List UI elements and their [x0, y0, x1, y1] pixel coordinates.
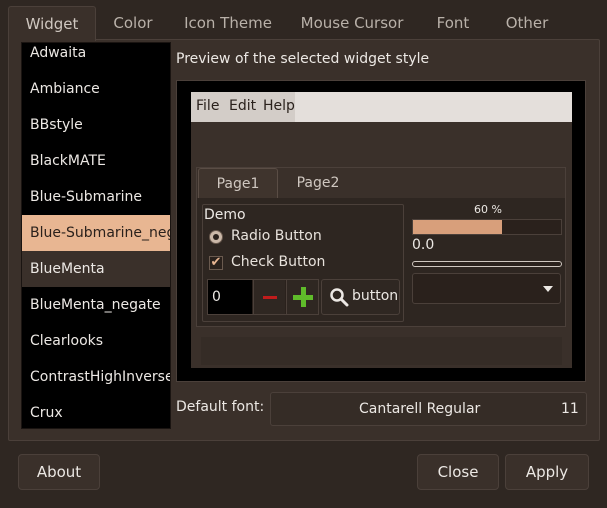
- theme-item-bluementa-negate[interactable]: BlueMenta_negate: [22, 287, 170, 323]
- tab-other[interactable]: Other: [496, 6, 558, 40]
- check-button-label[interactable]: Check Button: [231, 254, 325, 270]
- tab-font[interactable]: Font: [424, 6, 482, 40]
- tab-color[interactable]: Color: [100, 6, 166, 40]
- theme-item-bbstyle[interactable]: BBstyle: [22, 107, 170, 143]
- font-size: 11: [561, 401, 579, 417]
- search-button[interactable]: button: [321, 279, 400, 315]
- tab-mouse-cursor[interactable]: Mouse Cursor: [296, 6, 408, 40]
- theme-item-crux[interactable]: Crux: [22, 395, 170, 428]
- search-icon: [330, 288, 349, 307]
- minus-icon[interactable]: [253, 280, 285, 314]
- tab-page1[interactable]: Page1: [198, 168, 278, 199]
- radio-button[interactable]: [209, 230, 223, 244]
- demo-frame-label: Demo: [204, 207, 246, 223]
- close-button[interactable]: Close: [417, 454, 499, 490]
- spin-entry[interactable]: 0: [208, 280, 252, 314]
- plus-icon[interactable]: [286, 280, 318, 314]
- preview-menubar: File Edit Help: [191, 92, 572, 122]
- tab-bar: Widget Color Icon Theme Mouse Cursor Fon…: [0, 0, 607, 44]
- progress-text: 60 %: [474, 203, 502, 216]
- search-button-label: button: [352, 288, 399, 304]
- chevron-down-icon: [543, 286, 553, 292]
- preview-label: Preview of the selected widget style: [176, 51, 430, 67]
- preview-statusbar: [201, 337, 562, 365]
- theme-item-bluementa[interactable]: BlueMenta: [22, 251, 170, 287]
- progress-fill: [413, 220, 502, 234]
- scale-slider[interactable]: [412, 261, 562, 267]
- theme-item-adwaita[interactable]: Adwaita: [22, 43, 170, 71]
- theme-item-clearlooks[interactable]: Clearlooks: [22, 323, 170, 359]
- menu-edit[interactable]: Edit: [229, 98, 256, 114]
- combo-box[interactable]: [412, 273, 561, 304]
- menu-file[interactable]: File: [196, 98, 219, 114]
- radio-button-label[interactable]: Radio Button: [231, 228, 322, 244]
- scale-value: 0.0: [412, 237, 435, 253]
- progress-bar: [412, 219, 562, 235]
- theme-item-contrasthighinverse[interactable]: ContrastHighInverse: [22, 359, 170, 395]
- theme-list[interactable]: Adwaita Ambiance BBstyle BlackMATE Blue-…: [21, 42, 171, 429]
- font-chooser-button[interactable]: Cantarell Regular 11: [270, 392, 587, 426]
- theme-item-blue-submarine-negate[interactable]: Blue-Submarine_negate: [22, 215, 170, 251]
- check-button[interactable]: ✔: [209, 256, 223, 270]
- tab-page2[interactable]: Page2: [280, 168, 356, 198]
- default-font-label: Default font:: [176, 399, 265, 415]
- tab-widget[interactable]: Widget: [8, 6, 96, 41]
- menu-help[interactable]: Help: [263, 98, 295, 114]
- theme-item-blackmate[interactable]: BlackMATE: [22, 143, 170, 179]
- about-button[interactable]: About: [18, 454, 100, 490]
- font-name: Cantarell Regular: [359, 401, 481, 417]
- apply-button[interactable]: Apply: [505, 454, 589, 490]
- theme-item-ambiance[interactable]: Ambiance: [22, 71, 170, 107]
- tab-icon-theme[interactable]: Icon Theme: [178, 6, 278, 40]
- theme-item-blue-submarine[interactable]: Blue-Submarine: [22, 179, 170, 215]
